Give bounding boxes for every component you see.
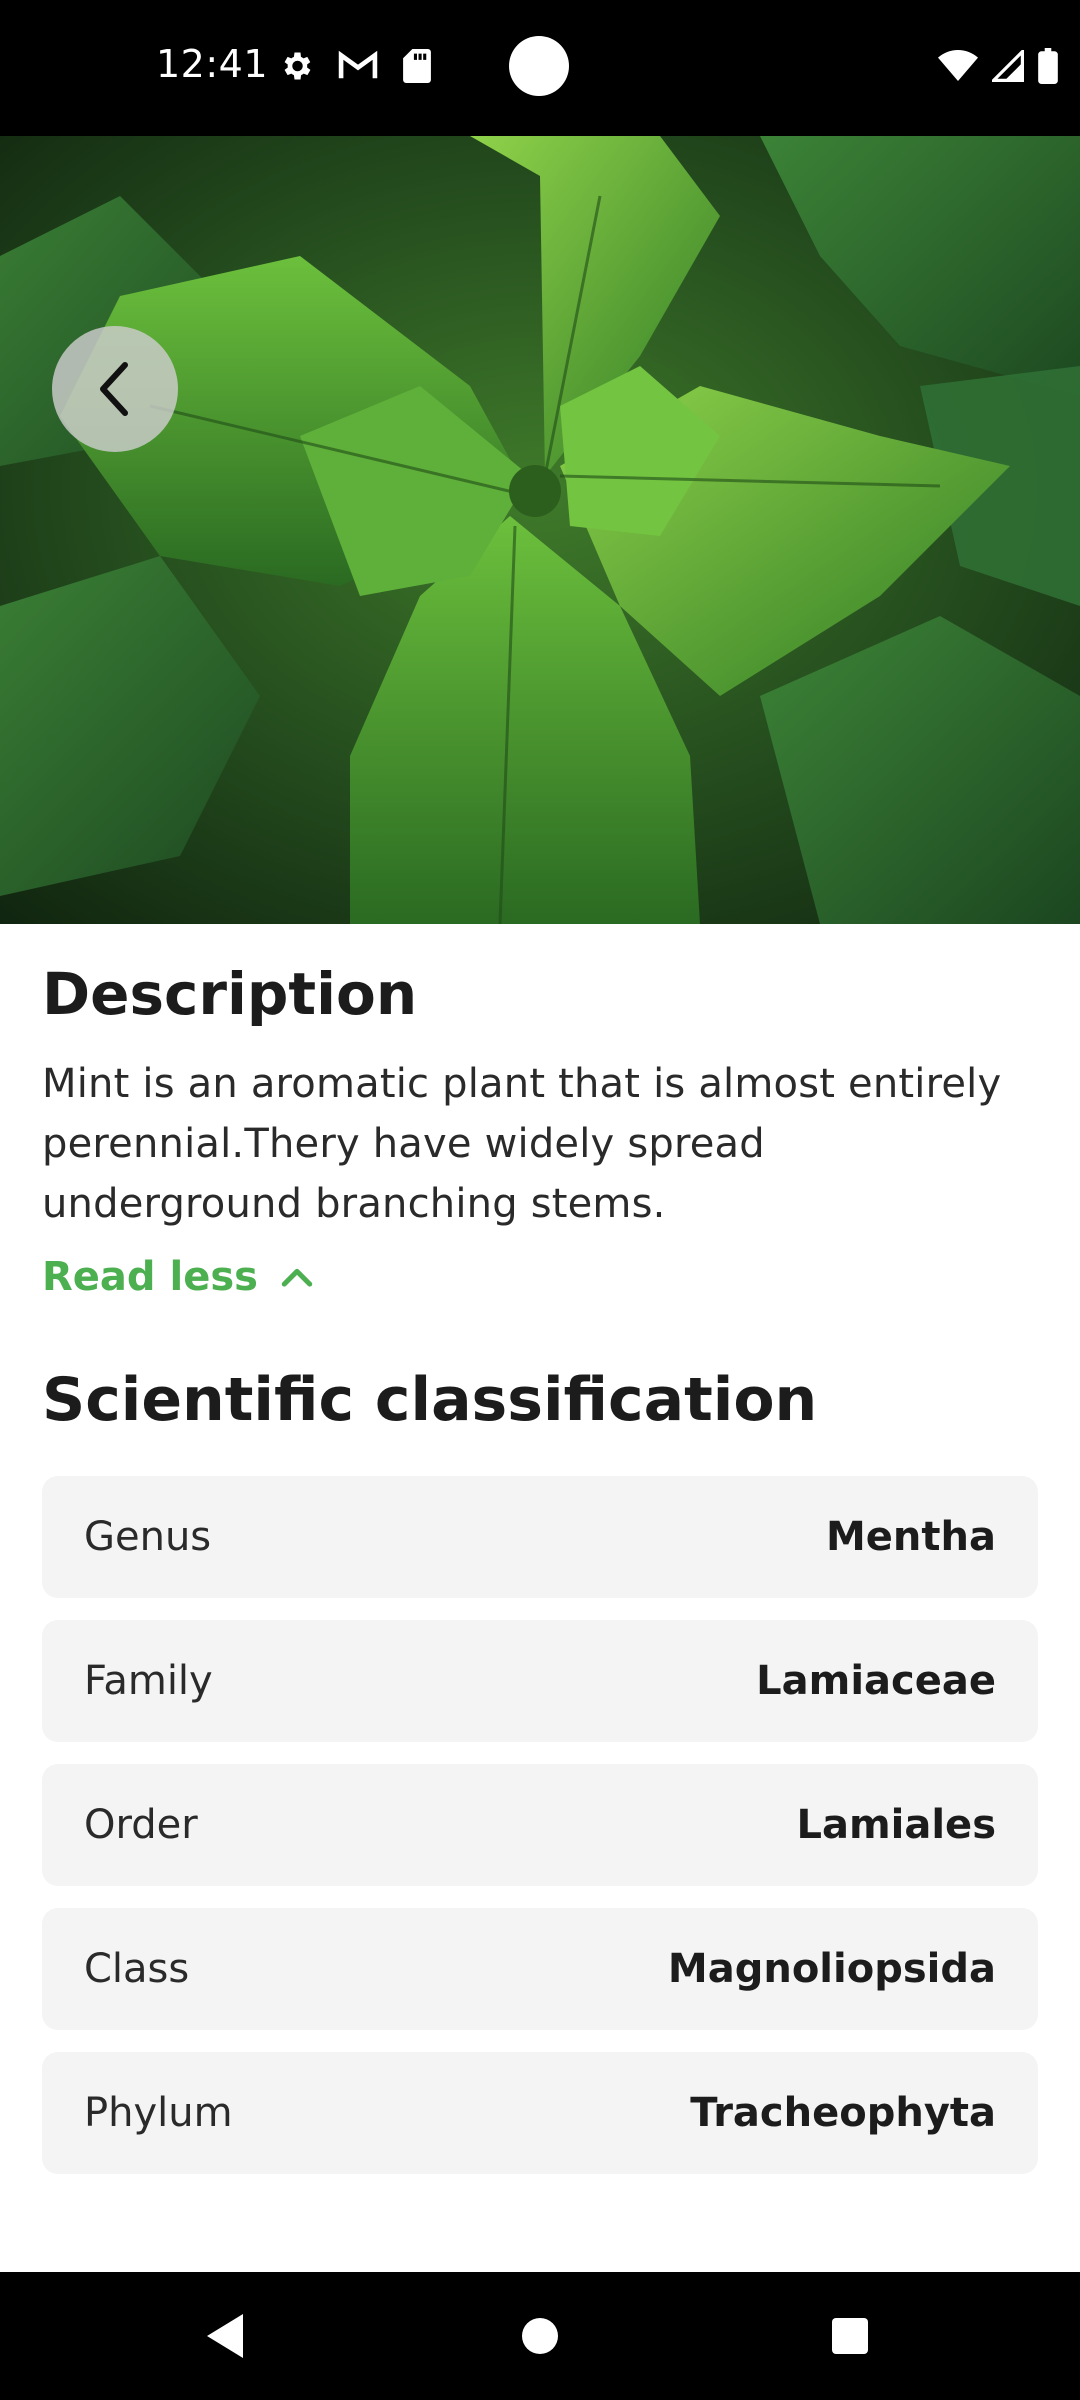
classification-label: Genus	[84, 1514, 212, 1560]
recents-square-icon	[832, 2318, 868, 2354]
classification-label: Order	[84, 1802, 198, 1848]
wifi-icon	[938, 50, 978, 87]
classification-row-order: Order Lamiales	[42, 1764, 1038, 1886]
system-nav-bar	[0, 2272, 1080, 2400]
status-bar: 12:41	[0, 0, 1080, 136]
classification-value: Tracheophyta	[690, 2090, 996, 2136]
battery-icon	[1038, 48, 1058, 89]
classification-value: Lamiaceae	[756, 1658, 996, 1704]
classification-row-genus: Genus Mentha	[42, 1476, 1038, 1598]
description-title: Description	[42, 960, 418, 1028]
classification-label: Class	[84, 1946, 190, 1992]
status-time: 12:41	[156, 42, 269, 86]
classification-row-class: Class Magnoliopsida	[42, 1908, 1038, 2030]
read-less-label: Read less	[42, 1254, 258, 1300]
signal-icon	[989, 47, 1024, 87]
classification-label: Phylum	[84, 2090, 233, 2136]
nav-back-button[interactable]	[155, 2272, 295, 2400]
classification-row-family: Family Lamiaceae	[42, 1620, 1038, 1742]
classification-list: Genus Mentha Family Lamiaceae Order Lami…	[42, 1476, 1038, 2174]
nav-recents-button[interactable]	[780, 2272, 920, 2400]
plant-details: Description Mint is an aromatic plant th…	[42, 924, 1038, 2174]
chevron-up-icon	[281, 1268, 313, 1287]
back-triangle-icon	[207, 2314, 243, 2358]
plant-hero-image	[0, 136, 1080, 924]
status-icons-left	[278, 48, 432, 89]
classification-title: Scientific classification	[42, 1365, 818, 1435]
classification-value: Magnoliopsida	[667, 1946, 996, 1992]
classification-value: Lamiales	[796, 1802, 996, 1848]
description-text: Mint is an aromatic plant that is almost…	[42, 1061, 1002, 1227]
classification-label: Family	[84, 1658, 213, 1704]
nav-home-button[interactable]	[470, 2272, 610, 2400]
camera-cutout	[509, 36, 569, 96]
classification-value: Mentha	[826, 1514, 996, 1560]
classification-row-phylum: Phylum Tracheophyta	[42, 2052, 1038, 2174]
home-circle-icon	[522, 2318, 558, 2354]
status-icons-right	[938, 47, 1058, 89]
read-less-toggle[interactable]: Read less	[42, 1254, 314, 1300]
settings-icon	[278, 48, 314, 89]
chevron-left-icon	[100, 362, 128, 416]
gmail-icon	[338, 50, 378, 87]
sd-card-icon	[402, 49, 432, 88]
plant-photo	[0, 136, 1080, 924]
back-button[interactable]	[52, 326, 178, 452]
